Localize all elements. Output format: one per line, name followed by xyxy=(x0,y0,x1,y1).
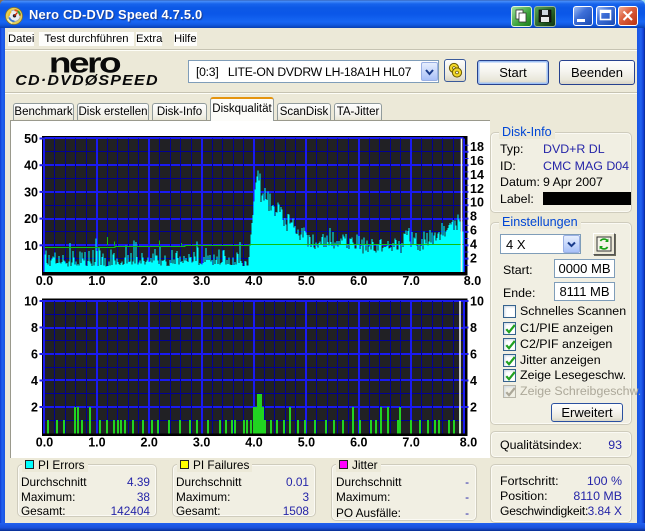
svg-text:6.0: 6.0 xyxy=(350,436,367,450)
svg-text:2.0: 2.0 xyxy=(141,436,158,450)
svg-text:10: 10 xyxy=(470,196,484,210)
svg-text:8.0: 8.0 xyxy=(464,274,481,288)
svg-text:50: 50 xyxy=(24,132,38,146)
svg-text:12: 12 xyxy=(470,182,484,196)
svg-text:8: 8 xyxy=(31,321,38,335)
svg-text:6: 6 xyxy=(470,224,477,238)
svg-text:0.0: 0.0 xyxy=(36,436,53,450)
svg-text:6: 6 xyxy=(470,348,477,362)
svg-text:3.0: 3.0 xyxy=(193,274,210,288)
svg-text:4: 4 xyxy=(470,374,477,388)
svg-text:0.0: 0.0 xyxy=(36,274,53,288)
svg-text:16: 16 xyxy=(470,154,484,168)
svg-text:6: 6 xyxy=(31,348,38,362)
svg-text:10: 10 xyxy=(470,295,484,309)
svg-text:6.0: 6.0 xyxy=(350,274,367,288)
svg-text:20: 20 xyxy=(24,212,38,226)
svg-text:18: 18 xyxy=(470,140,484,154)
svg-text:5.0: 5.0 xyxy=(298,274,315,288)
svg-text:14: 14 xyxy=(470,168,484,182)
svg-text:7.0: 7.0 xyxy=(402,436,419,450)
svg-text:30: 30 xyxy=(24,185,38,199)
svg-text:10: 10 xyxy=(24,239,38,253)
svg-text:3.0: 3.0 xyxy=(193,436,210,450)
svg-text:8: 8 xyxy=(470,321,477,335)
svg-text:2.0: 2.0 xyxy=(141,274,158,288)
svg-text:2: 2 xyxy=(470,401,477,415)
svg-text:8: 8 xyxy=(470,210,477,224)
svg-text:4: 4 xyxy=(470,237,477,251)
svg-text:5.0: 5.0 xyxy=(298,436,315,450)
svg-text:8.0: 8.0 xyxy=(460,436,477,450)
svg-text:7.0: 7.0 xyxy=(402,274,419,288)
svg-text:1.0: 1.0 xyxy=(88,436,105,450)
svg-text:2: 2 xyxy=(31,401,38,415)
svg-text:1.0: 1.0 xyxy=(88,274,105,288)
svg-text:4.0: 4.0 xyxy=(245,274,262,288)
svg-text:40: 40 xyxy=(24,159,38,173)
svg-text:4: 4 xyxy=(31,374,38,388)
svg-text:10: 10 xyxy=(24,295,38,309)
svg-text:2: 2 xyxy=(470,251,477,265)
svg-text:4.0: 4.0 xyxy=(245,436,262,450)
